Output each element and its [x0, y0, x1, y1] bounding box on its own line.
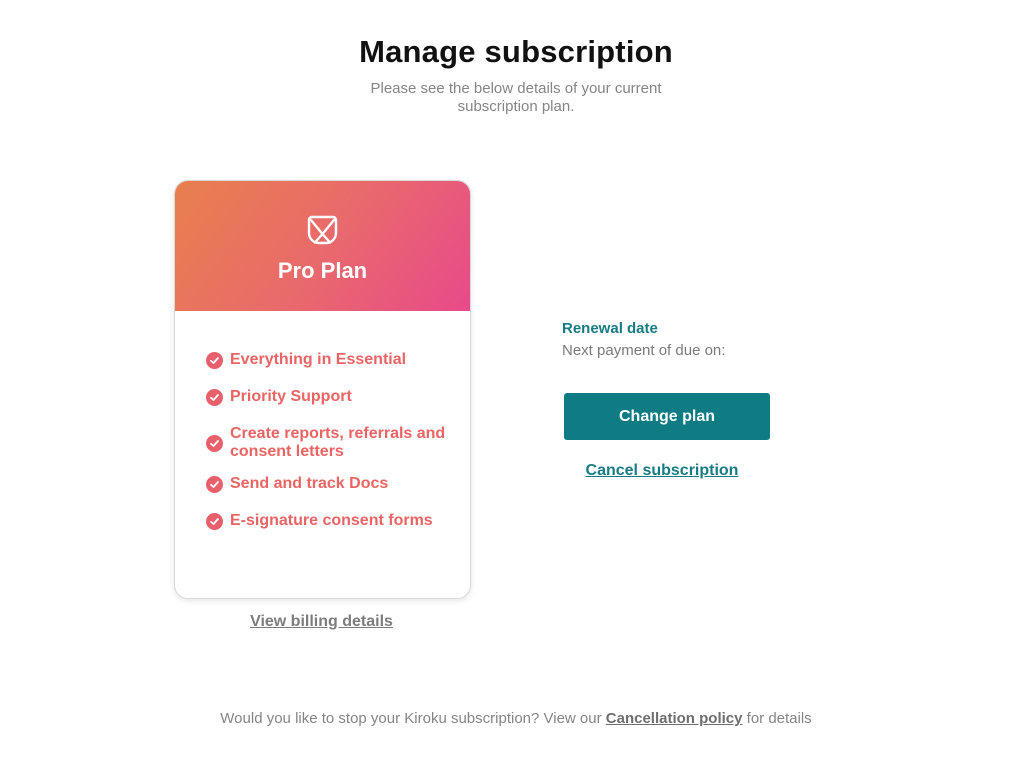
page-title: Manage subscription: [359, 34, 673, 69]
feature-label: Create reports, referrals and consent le…: [230, 425, 446, 460]
feature-item: Priority Support: [206, 388, 456, 406]
view-billing-details-link[interactable]: View billing details: [174, 613, 469, 631]
plan-card-header: Pro Plan: [175, 181, 470, 311]
kiroku-logo-icon: [307, 215, 338, 245]
check-circle-icon: [206, 512, 223, 530]
feature-label: Everything in Essential: [230, 351, 407, 368]
feature-item: Create reports, referrals and consent le…: [206, 425, 456, 461]
next-payment-text: Next payment of due on:: [562, 342, 726, 359]
renewal-date-label: Renewal date: [562, 320, 658, 337]
check-circle-icon: [206, 351, 223, 369]
check-circle-icon: [206, 434, 223, 452]
feature-item: Everything in Essential: [206, 351, 456, 369]
feature-label: Priority Support: [230, 388, 352, 405]
feature-item: E-signature consent forms: [206, 512, 456, 530]
cancellation-policy-link[interactable]: Cancellation policy: [606, 710, 743, 727]
feature-label: Send and track Docs: [230, 475, 389, 492]
feature-label: E-signature consent forms: [230, 512, 433, 529]
footer-text-before: Would you like to stop your Kiroku subsc…: [220, 710, 606, 727]
footer-text-after: for details: [742, 710, 812, 727]
footer-note: Would you like to stop your Kiroku subsc…: [0, 710, 1032, 727]
manage-subscription-page: Manage subscription Please see the below…: [0, 0, 1032, 760]
plan-name: Pro Plan: [277, 258, 368, 283]
cancel-subscription-link[interactable]: Cancel subscription: [564, 462, 760, 480]
plan-card: Pro Plan Everything in Essential Priorit…: [174, 180, 471, 599]
page-subtitle: Please see the below details of your cur…: [370, 80, 662, 115]
check-circle-icon: [206, 475, 223, 493]
feature-item: Send and track Docs: [206, 475, 456, 493]
check-circle-icon: [206, 388, 223, 406]
change-plan-button[interactable]: Change plan: [564, 393, 770, 440]
